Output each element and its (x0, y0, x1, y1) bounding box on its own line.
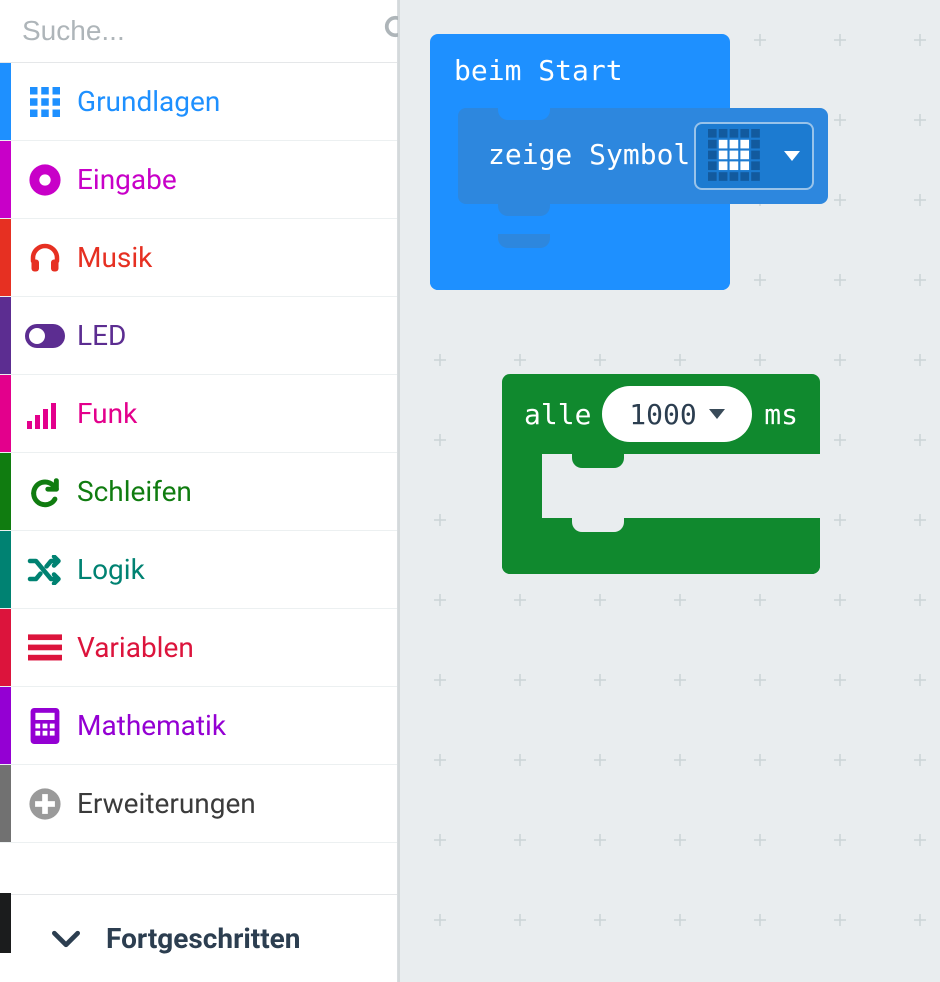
category-label: Musik (77, 241, 152, 274)
loop-prefix: alle (524, 398, 591, 431)
dropdown-caret-icon (784, 151, 800, 161)
category-variablen[interactable]: Variablen (0, 609, 397, 687)
advanced-stripe (0, 893, 11, 953)
category-stripe (0, 609, 11, 686)
calculator-icon (13, 708, 77, 744)
plus-circle-icon (13, 787, 77, 821)
category-label: Mathematik (77, 709, 226, 742)
search-row (0, 0, 397, 63)
block-on-start-title: beim Start (454, 54, 623, 87)
redo-icon (13, 475, 77, 509)
interval-value: 1000 (629, 398, 696, 431)
category-musik[interactable]: Musik (0, 219, 397, 297)
dropdown-caret-icon (709, 409, 725, 419)
loop-suffix: ms (764, 398, 798, 431)
category-stripe (0, 375, 11, 452)
category-label: LED (77, 319, 126, 352)
chevron-down-icon (50, 930, 82, 948)
category-stripe (0, 687, 11, 764)
record-icon (13, 163, 77, 197)
category-eingabe[interactable]: Eingabe (0, 141, 397, 219)
led-matrix-icon (708, 129, 762, 183)
block-notch (498, 106, 550, 120)
block-show-icon[interactable]: zeige Symbol (458, 108, 828, 204)
block-footer (502, 518, 820, 574)
block-workspace[interactable]: beim Start zeige Symbol (398, 0, 940, 982)
block-notch (498, 202, 550, 216)
advanced-label: Fortgeschritten (106, 922, 301, 955)
category-logik[interactable]: Logik (0, 531, 397, 609)
category-stripe (0, 765, 11, 842)
category-label: Grundlagen (77, 85, 220, 118)
list-icon (13, 634, 77, 662)
advanced-toggle[interactable]: Fortgeschritten (0, 894, 397, 982)
category-stripe (0, 219, 11, 296)
category-label: Logik (77, 553, 145, 586)
category-mathematik[interactable]: Mathematik (0, 687, 397, 765)
category-grundlagen[interactable]: Grundlagen (0, 63, 397, 141)
shuffle-icon (13, 555, 77, 585)
block-every-ms[interactable]: alle 1000 ms (502, 374, 820, 574)
category-list: Grundlagen Eingabe Musik LED (0, 63, 397, 894)
category-schleifen[interactable]: Schleifen (0, 453, 397, 531)
category-led[interactable]: LED (0, 297, 397, 375)
category-stripe (0, 531, 11, 608)
icon-dropdown[interactable] (694, 122, 814, 190)
category-stripe (0, 297, 11, 374)
block-show-icon-label: zeige Symbol (488, 138, 690, 171)
category-stripe (0, 453, 11, 530)
block-notch (572, 452, 624, 468)
loop-body-slot[interactable] (542, 454, 820, 518)
grid-icon (13, 84, 77, 120)
block-footer (430, 236, 730, 290)
headphones-icon (13, 240, 77, 276)
category-label: Eingabe (77, 163, 177, 196)
category-stripe (0, 63, 11, 140)
block-header: alle 1000 ms (502, 374, 820, 454)
toolbox-sidebar: Grundlagen Eingabe Musik LED (0, 0, 398, 982)
toggle-icon (13, 324, 77, 348)
interval-dropdown[interactable]: 1000 (602, 386, 752, 442)
block-on-start[interactable]: beim Start zeige Symbol (430, 34, 730, 290)
category-label: Funk (77, 397, 137, 430)
signal-icon (13, 399, 77, 429)
category-label: Erweiterungen (77, 787, 256, 820)
category-funk[interactable]: Funk (0, 375, 397, 453)
category-label: Schleifen (77, 475, 192, 508)
category-erweiterungen[interactable]: Erweiterungen (0, 765, 397, 843)
search-input[interactable] (22, 15, 383, 47)
category-label: Variablen (77, 631, 194, 664)
category-stripe (0, 141, 11, 218)
